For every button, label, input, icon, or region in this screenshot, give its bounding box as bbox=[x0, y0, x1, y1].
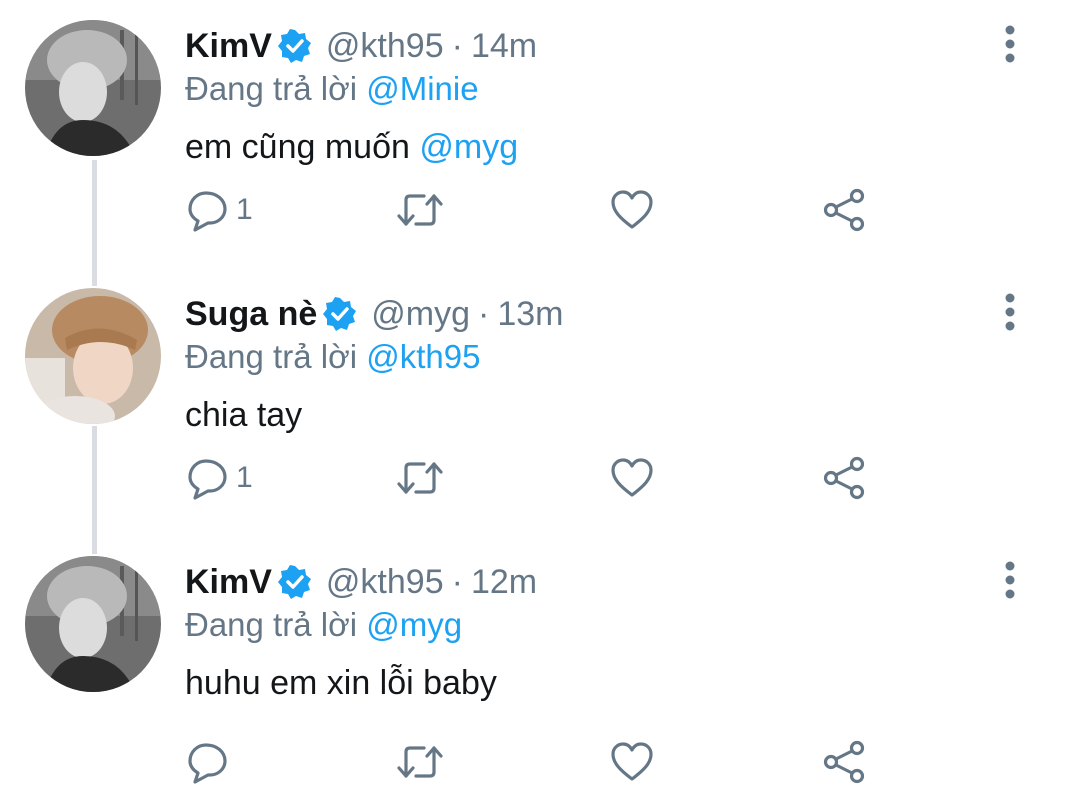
reply-icon bbox=[188, 191, 227, 232]
replying-to: Đang trả lời @kth95 bbox=[185, 338, 480, 376]
tweet-header: KimV @kth95 · 14m bbox=[185, 24, 537, 68]
replying-to-label: Đang trả lời bbox=[185, 606, 358, 643]
verified-badge-icon bbox=[323, 297, 357, 331]
retweet-icon bbox=[397, 746, 443, 778]
user-handle[interactable]: @kth95 bbox=[326, 563, 444, 602]
share-button[interactable] bbox=[822, 180, 866, 240]
reply-count: 1 bbox=[236, 193, 253, 226]
tweet[interactable]: KimV @kth95 · 14m Đang trả lời @Minie em… bbox=[0, 0, 1080, 266]
tweet-text: em cũng muốn @myg bbox=[185, 128, 518, 167]
tweet-text-body: huhu em xin lỗi baby bbox=[185, 664, 497, 702]
share-button[interactable] bbox=[822, 448, 866, 508]
reply-count: 1 bbox=[236, 461, 253, 494]
retweet-button[interactable] bbox=[396, 180, 444, 240]
reply-icon bbox=[188, 459, 227, 500]
like-icon bbox=[611, 190, 653, 229]
retweet-icon bbox=[397, 194, 443, 226]
like-icon bbox=[611, 458, 653, 497]
share-icon bbox=[823, 740, 865, 784]
reply-mention-link[interactable]: @kth95 bbox=[366, 338, 480, 375]
more-vertical-icon bbox=[1005, 25, 1015, 63]
avatar[interactable] bbox=[25, 288, 161, 424]
tweet-text: huhu em xin lỗi baby bbox=[185, 664, 497, 703]
tweet-text: chia tay bbox=[185, 396, 302, 435]
tweet-header: KimV @kth95 · 12m bbox=[185, 560, 537, 604]
retweet-button[interactable] bbox=[396, 448, 444, 508]
tweet-text-body: em cũng muốn bbox=[185, 128, 410, 166]
timestamp[interactable]: 13m bbox=[497, 295, 563, 334]
reply-button[interactable] bbox=[186, 732, 236, 792]
user-handle[interactable]: @myg bbox=[371, 295, 470, 334]
separator-dot: · bbox=[451, 562, 463, 601]
user-handle[interactable]: @kth95 bbox=[326, 27, 444, 66]
replying-to-label: Đang trả lời bbox=[185, 338, 358, 375]
retweet-button[interactable] bbox=[396, 732, 444, 792]
more-vertical-icon bbox=[1005, 293, 1015, 331]
reply-icon bbox=[188, 743, 227, 784]
display-name[interactable]: Suga nè bbox=[185, 295, 317, 334]
more-vertical-icon bbox=[1005, 561, 1015, 599]
share-button[interactable] bbox=[822, 732, 866, 792]
verified-badge-icon bbox=[277, 565, 312, 599]
verified-badge-icon bbox=[277, 29, 312, 63]
avatar[interactable] bbox=[25, 556, 161, 692]
tweet-actions: 1 bbox=[0, 448, 1080, 508]
tweet-header: Suga nè @myg · 13m bbox=[185, 292, 563, 336]
text-mention-link[interactable]: @myg bbox=[419, 128, 518, 166]
separator-dot: · bbox=[478, 294, 490, 333]
reply-button[interactable]: 1 bbox=[186, 180, 253, 240]
reply-mention-link[interactable]: @Minie bbox=[366, 70, 478, 107]
tweet[interactable]: KimV @kth95 · 12m Đang trả lời @myg huhu… bbox=[0, 536, 1080, 802]
more-options-button[interactable] bbox=[990, 292, 1030, 332]
more-options-button[interactable] bbox=[990, 24, 1030, 64]
retweet-icon bbox=[397, 462, 443, 494]
like-button[interactable] bbox=[610, 448, 654, 508]
like-button[interactable] bbox=[610, 180, 654, 240]
share-icon bbox=[823, 456, 865, 500]
like-button[interactable] bbox=[610, 732, 654, 792]
tweet[interactable]: Suga nè @myg · 13m Đang trả lời @kth95 c… bbox=[0, 268, 1080, 534]
replying-to-label: Đang trả lời bbox=[185, 70, 358, 107]
timestamp[interactable]: 14m bbox=[471, 27, 537, 66]
share-icon bbox=[823, 188, 865, 232]
separator-dot: · bbox=[451, 26, 463, 65]
replying-to: Đang trả lời @myg bbox=[185, 606, 462, 644]
tweet-actions bbox=[0, 732, 1080, 792]
like-icon bbox=[611, 742, 653, 781]
replying-to: Đang trả lời @Minie bbox=[185, 70, 479, 108]
avatar[interactable] bbox=[25, 20, 161, 156]
display-name[interactable]: KimV bbox=[185, 563, 272, 602]
more-options-button[interactable] bbox=[990, 560, 1030, 600]
tweet-text-body: chia tay bbox=[185, 396, 303, 434]
display-name[interactable]: KimV bbox=[185, 27, 272, 66]
tweet-actions: 1 bbox=[0, 180, 1080, 240]
timestamp[interactable]: 12m bbox=[471, 563, 537, 602]
reply-button[interactable]: 1 bbox=[186, 448, 253, 508]
reply-mention-link[interactable]: @myg bbox=[366, 606, 462, 643]
